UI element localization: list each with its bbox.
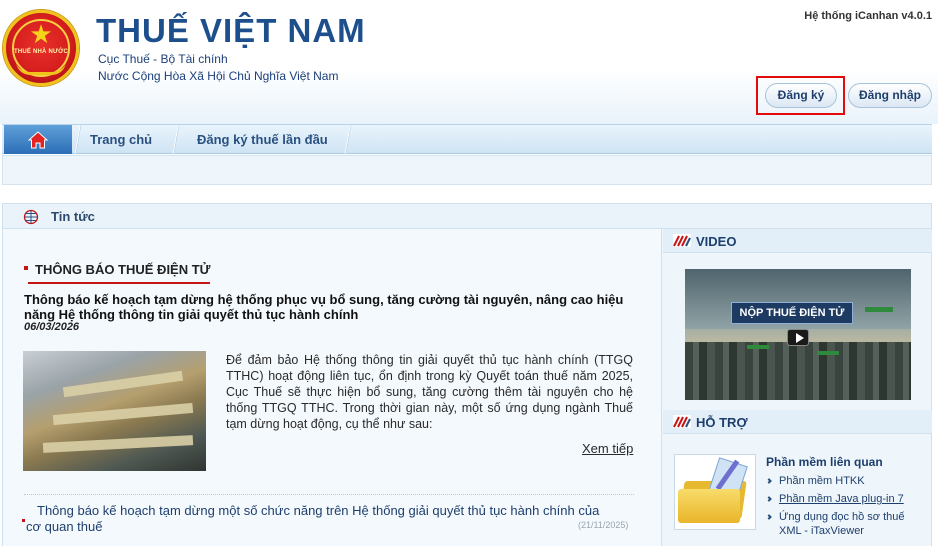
video-tag bbox=[817, 351, 839, 355]
news-item-date: (21/11/2025) bbox=[578, 520, 629, 530]
video-section-title: VIDEO bbox=[696, 234, 737, 249]
image-money-band bbox=[62, 370, 184, 398]
category-underline bbox=[28, 282, 210, 284]
news-item-bullet bbox=[22, 519, 25, 522]
site-subtitle-agency: Cục Thuế - Bộ Tài chính bbox=[98, 52, 228, 66]
featured-news-headline[interactable]: Thông báo kế hoạch tạm dừng hệ thống phụ… bbox=[24, 292, 634, 322]
featured-news-excerpt: Để đảm bảo Hệ thống thông tin giải quyết… bbox=[226, 353, 633, 431]
read-more-link[interactable]: Xem tiếp bbox=[582, 441, 633, 456]
play-icon[interactable] bbox=[787, 329, 809, 346]
support-heading: Phần mềm liên quan bbox=[766, 455, 883, 469]
featured-news-date: 06/03/2026 bbox=[24, 321, 80, 333]
news-section-title: Tin tức bbox=[51, 209, 95, 224]
folder-icon bbox=[678, 489, 740, 523]
video-tag bbox=[865, 307, 893, 312]
site-subtitle-country: Nước Cộng Hòa Xã Hội Chủ Nghĩa Việt Nam bbox=[98, 69, 339, 83]
image-money-band bbox=[52, 402, 194, 426]
video-banner-text: NỘP THUẾ ĐIỆN TỬ bbox=[731, 302, 853, 324]
home-icon bbox=[28, 131, 48, 149]
nav-separator bbox=[72, 125, 84, 154]
nav-item-dang-ky-thue[interactable]: Đăng ký thuế lần đầu bbox=[197, 132, 328, 147]
news-category-title: THÔNG BÁO THUẾ ĐIỆN TỬ bbox=[35, 262, 211, 277]
nav-separator bbox=[342, 125, 354, 154]
emblem-leaves bbox=[16, 61, 66, 75]
system-version: Hệ thống iCanhan v4.0.1 bbox=[804, 10, 932, 22]
register-button[interactable]: Đăng ký bbox=[765, 83, 837, 108]
support-section-title: HỖ TRỢ bbox=[696, 415, 748, 430]
video-section-icon bbox=[673, 234, 691, 247]
support-section-icon bbox=[673, 415, 691, 428]
news-divider bbox=[24, 494, 634, 495]
emblem-star-icon: ★ bbox=[29, 19, 53, 49]
support-link-itaxviewer[interactable]: Ứng dụng đọc hồ sơ thuế XML - iTaxViewer bbox=[779, 510, 919, 538]
emblem-text: THUẾ NHÀ NƯỚC bbox=[13, 49, 69, 55]
news-item-link[interactable]: Thông báo kế hoạch tạm dừng một số chức … bbox=[26, 503, 616, 535]
video-tag bbox=[747, 345, 769, 349]
nav-home-button[interactable] bbox=[4, 125, 72, 154]
main-nav: Trang chủ Đăng ký thuế lần đầu bbox=[2, 124, 932, 154]
featured-news-image[interactable] bbox=[23, 351, 206, 471]
news-globe-icon bbox=[23, 209, 39, 225]
sub-nav-bar bbox=[2, 155, 932, 185]
support-link-java[interactable]: Phần mềm Java plug-in 7 bbox=[779, 492, 904, 506]
site-header: ★ THUẾ NHÀ NƯỚC THUẾ VIỆT NAM Cục Thuế -… bbox=[0, 0, 938, 124]
category-marker bbox=[24, 266, 28, 270]
tax-emblem-logo: ★ THUẾ NHÀ NƯỚC bbox=[3, 10, 79, 86]
nav-separator bbox=[170, 125, 182, 154]
news-section-header: Tin tức bbox=[2, 203, 932, 229]
software-folder-image bbox=[674, 454, 756, 530]
site-title: THUẾ VIỆT NAM bbox=[96, 12, 366, 49]
video-frame-city bbox=[685, 342, 911, 400]
support-link-htkk[interactable]: Phần mềm HTKK bbox=[779, 474, 865, 488]
video-player[interactable]: NỘP THUẾ ĐIỆN TỬ bbox=[685, 269, 911, 400]
video-section-header: VIDEO bbox=[663, 229, 932, 253]
nav-item-trang-chu[interactable]: Trang chủ bbox=[90, 132, 152, 147]
login-button[interactable]: Đăng nhập bbox=[848, 83, 932, 108]
support-section-header: HỖ TRỢ bbox=[663, 410, 932, 434]
image-money-band bbox=[42, 435, 194, 453]
